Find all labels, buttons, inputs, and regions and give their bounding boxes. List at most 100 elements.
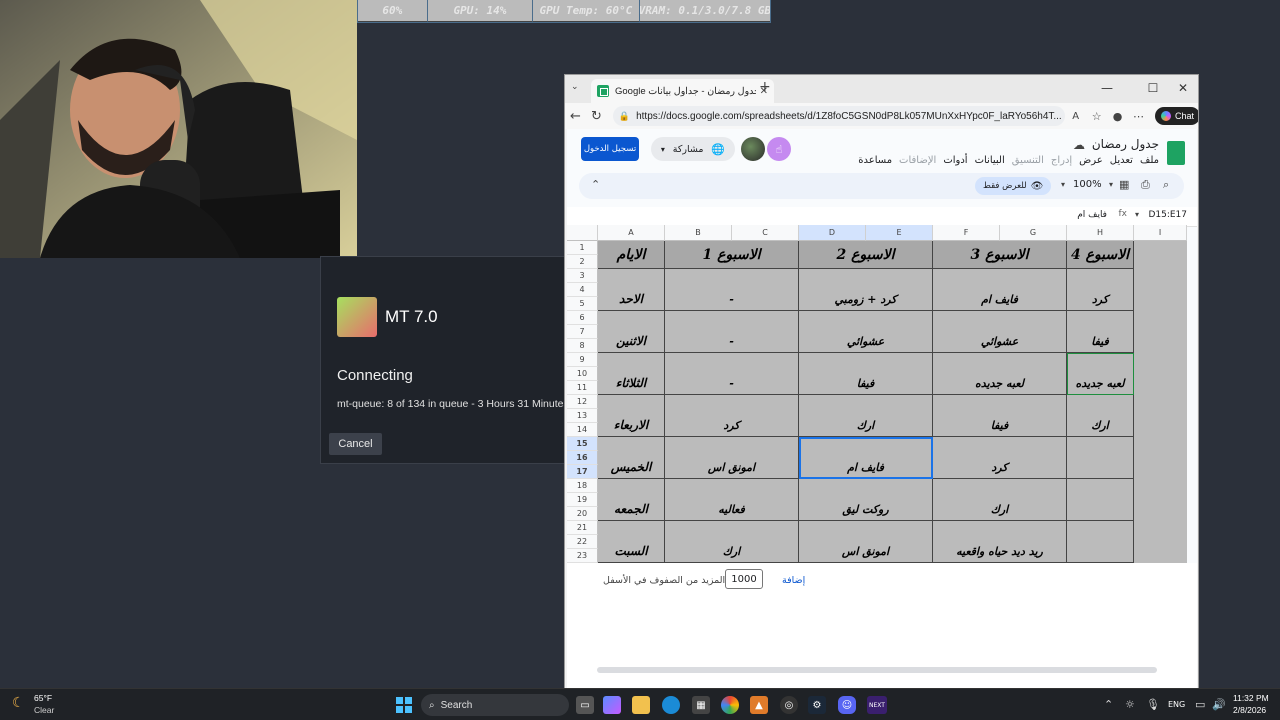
schedule-cell[interactable] xyxy=(1067,437,1134,479)
clock-date[interactable]: 2/8/2026 xyxy=(1233,705,1266,715)
column-header-d[interactable]: D xyxy=(799,225,866,241)
schedule-cell[interactable]: لعبه جديده xyxy=(1067,353,1134,395)
day-cell[interactable]: السبت xyxy=(598,521,665,563)
row-header-19[interactable]: 19 xyxy=(567,493,598,507)
day-cell[interactable]: الاربعاء xyxy=(598,395,665,437)
row-header-13[interactable]: 13 xyxy=(567,409,598,423)
address-bar[interactable]: 🔒 https://docs.google.com/spreadsheets/d… xyxy=(612,106,1066,126)
menu-file[interactable]: ملف xyxy=(1140,155,1159,166)
vlc-icon[interactable]: ▲ xyxy=(750,696,768,714)
schedule-cell[interactable]: كرد xyxy=(1067,269,1134,311)
maximize-icon[interactable]: ☐ xyxy=(1143,81,1163,95)
menu-data[interactable]: البيانات xyxy=(975,155,1005,166)
row-header-14[interactable]: 14 xyxy=(567,423,598,437)
chrome-icon[interactable] xyxy=(721,696,739,714)
column-header-h[interactable]: H xyxy=(1067,225,1134,241)
favorite-star-icon[interactable]: ☆ xyxy=(1086,110,1107,123)
row-header-12[interactable]: 12 xyxy=(567,395,598,409)
schedule-cell[interactable]: كرد xyxy=(665,395,799,437)
signin-button[interactable]: تسجيل الدخول xyxy=(581,137,639,161)
doc-title[interactable]: جدول رمضان xyxy=(1092,137,1159,151)
schedule-cell[interactable] xyxy=(1067,479,1134,521)
schedule-cell[interactable]: عشوائي xyxy=(799,311,933,353)
schedule-cell[interactable]: ارك xyxy=(933,479,1067,521)
row-header-7[interactable]: 7 xyxy=(567,325,598,339)
schedule-cell[interactable]: فعاليه xyxy=(665,479,799,521)
read-aloud-icon[interactable]: A xyxy=(1065,111,1086,122)
header-cell-2[interactable]: الاسبوع 2 xyxy=(799,241,933,269)
day-cell[interactable]: الخميس xyxy=(598,437,665,479)
menu-insert[interactable]: إدراج xyxy=(1051,155,1072,166)
column-header-c[interactable]: C xyxy=(732,225,799,241)
row-header-16[interactable]: 16 xyxy=(567,451,598,465)
row-header-6[interactable]: 6 xyxy=(567,311,598,325)
input-language[interactable]: ENG xyxy=(1168,700,1185,709)
schedule-cell[interactable]: روكت ليق xyxy=(799,479,933,521)
avatar[interactable] xyxy=(741,137,765,161)
horizontal-scrollbar[interactable] xyxy=(597,667,1157,673)
cancel-button[interactable]: Cancel xyxy=(329,433,382,455)
formula-input[interactable]: فايف ام xyxy=(1077,210,1107,220)
row-header-20[interactable]: 20 xyxy=(567,507,598,521)
microphone-icon[interactable]: 🎙 xyxy=(1146,698,1160,711)
zoom-level[interactable]: 100% xyxy=(1073,179,1102,190)
row-header-11[interactable]: 11 xyxy=(567,381,598,395)
profile-icon[interactable]: ● xyxy=(1107,110,1128,123)
schedule-cell[interactable]: امونق اس xyxy=(799,521,933,563)
row-header-2[interactable]: 2 xyxy=(567,255,598,269)
obs-icon[interactable]: ◎ xyxy=(780,696,798,714)
column-header-i[interactable]: I xyxy=(1134,225,1187,241)
brightness-icon[interactable]: ☼ xyxy=(1125,698,1135,711)
schedule-cell[interactable]: فيفا xyxy=(1067,311,1134,353)
schedule-cell[interactable]: فيفا xyxy=(933,395,1067,437)
schedule-cell[interactable]: - xyxy=(665,269,799,311)
back-arrow-icon[interactable]: ← xyxy=(565,109,586,124)
cloud-status-icon[interactable]: ☁ xyxy=(1073,138,1085,152)
day-cell[interactable]: الاحد xyxy=(598,269,665,311)
schedule-cell[interactable]: كرد xyxy=(933,437,1067,479)
next-app-icon[interactable]: NEXT xyxy=(867,696,887,714)
row-header-23[interactable]: 23 xyxy=(567,549,598,563)
weather-temp[interactable]: 65°F xyxy=(34,693,52,703)
row-header-18[interactable]: 18 xyxy=(567,479,598,493)
zoom-chevron-icon[interactable]: ▾ xyxy=(1061,180,1065,189)
name-box-chevron-icon[interactable]: ▾ xyxy=(1135,210,1139,219)
menu-edit[interactable]: تعديل xyxy=(1110,155,1133,166)
column-header-a[interactable]: A xyxy=(598,225,665,241)
column-header-g[interactable]: G xyxy=(1000,225,1067,241)
new-tab-plus-icon[interactable]: + xyxy=(759,79,771,95)
menu-view[interactable]: عرض xyxy=(1079,155,1103,166)
discord-icon[interactable]: ☺ xyxy=(838,696,856,714)
file-explorer-icon[interactable] xyxy=(632,696,650,714)
search-icon[interactable]: ⌕ xyxy=(1163,178,1169,192)
minimize-icon[interactable]: — xyxy=(1097,81,1117,95)
view-only-badge[interactable]: للعرض فقط 👁 xyxy=(975,177,1052,195)
network-icon[interactable]: ▭ xyxy=(1195,698,1205,711)
steam-icon[interactable]: ⚙ xyxy=(808,696,826,714)
row-header-3[interactable]: 3 xyxy=(567,269,598,283)
header-cell-0[interactable]: الايام xyxy=(598,241,665,269)
day-cell[interactable]: الاثنين xyxy=(598,311,665,353)
task-view-icon[interactable]: ▭ xyxy=(576,696,594,714)
day-cell[interactable]: الثلاثاء xyxy=(598,353,665,395)
header-cell-4[interactable]: الاسبوع 4 xyxy=(1067,241,1134,269)
volume-icon[interactable]: 🔊 xyxy=(1212,698,1226,711)
header-cell-1[interactable]: الاسبوع 1 xyxy=(665,241,799,269)
schedule-cell[interactable]: ارك xyxy=(799,395,933,437)
schedule-cell[interactable]: ارك xyxy=(1067,395,1134,437)
day-cell[interactable]: الجمعه xyxy=(598,479,665,521)
browser-tab[interactable]: Google جدول رمضان - جداول بيانات ✕ xyxy=(591,79,774,103)
row-header-4[interactable]: 4 xyxy=(567,283,598,297)
more-menu-icon[interactable]: ⋯ xyxy=(1128,110,1149,123)
schedule-cell[interactable]: ريد ديد حياه واقعيه xyxy=(933,521,1067,563)
menu-help[interactable]: مساعدة xyxy=(858,155,892,166)
weather-desc[interactable]: Clear xyxy=(34,705,54,715)
schedule-cell[interactable]: - xyxy=(665,311,799,353)
menu-tools[interactable]: أدوات xyxy=(943,155,967,166)
column-header-f[interactable]: F xyxy=(933,225,1000,241)
schedule-cell[interactable] xyxy=(1067,521,1134,563)
row-header-1[interactable]: 1 xyxy=(567,241,598,255)
name-box[interactable]: D15:E17 xyxy=(1148,210,1187,220)
header-cell-3[interactable]: الاسبوع 3 xyxy=(933,241,1067,269)
clock-time[interactable]: 11:32 PM xyxy=(1233,693,1269,703)
